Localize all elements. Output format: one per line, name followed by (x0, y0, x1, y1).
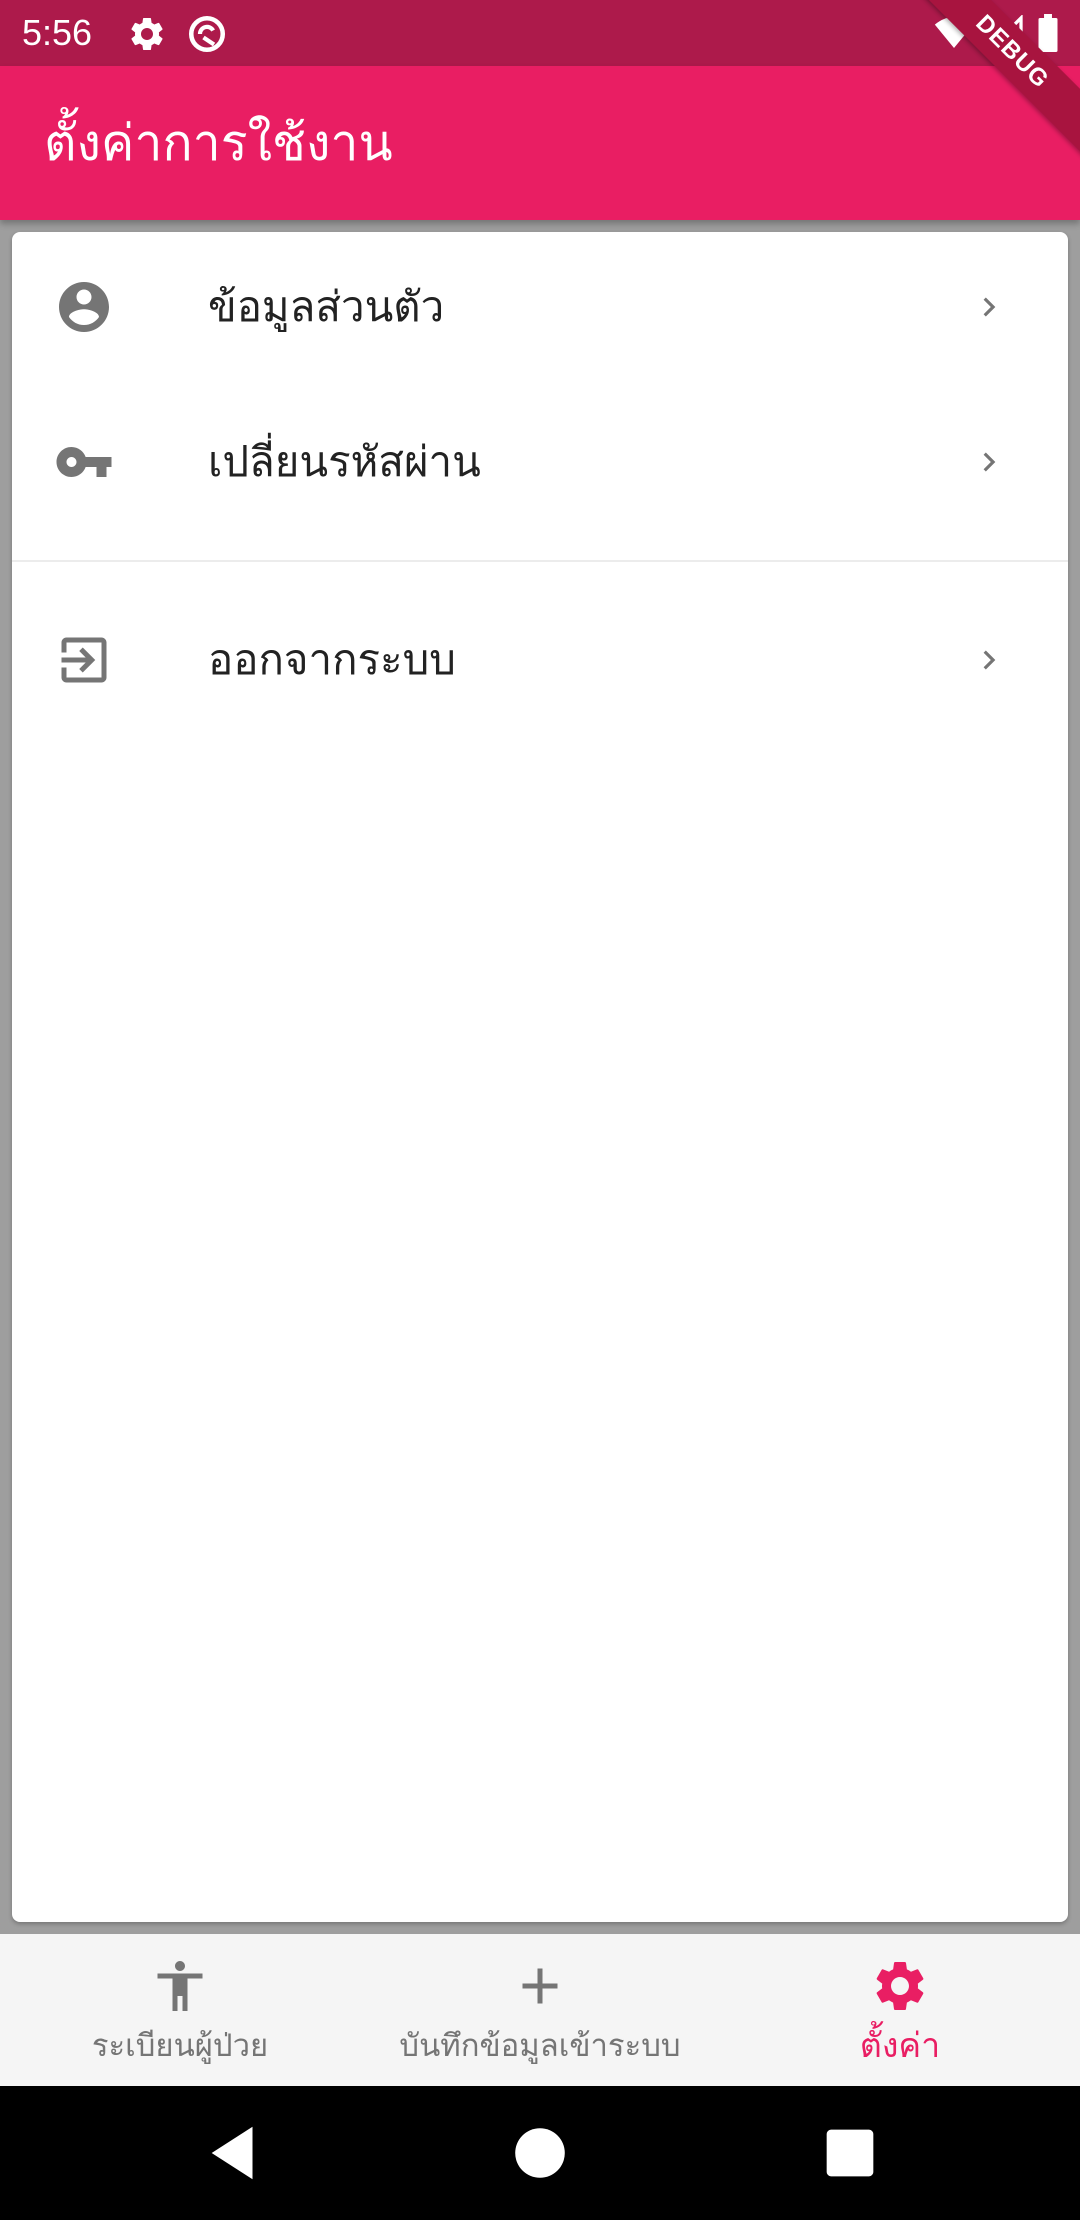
add-icon (522, 1968, 558, 2004)
nav-tab-label: ระเบียนผู้ป่วย (91, 2028, 269, 2064)
app-bar: ตั้งค่าการใช้งาน (0, 66, 1080, 220)
chevron-right-icon (983, 650, 996, 670)
account-circle-icon (59, 282, 109, 332)
status-time: 5:56 (22, 12, 93, 53)
page-title: ตั้งค่าการใช้งาน (44, 114, 393, 172)
chevron-right-icon (983, 297, 996, 317)
settings-item-label: ออกจากระบบ (208, 635, 456, 684)
sync-notification-icon (188, 15, 226, 53)
recent-apps-icon[interactable] (815, 2118, 885, 2188)
settings-item-label: ข้อมูลส่วนตัว (208, 282, 445, 331)
settings-gear-icon (876, 1961, 924, 2010)
nav-tab-label: ตั้งค่า (859, 2026, 941, 2066)
settings-item-profile[interactable]: ข้อมูลส่วนตัว (12, 232, 1068, 382)
nav-tab-record-entry[interactable]: บันทึกข้อมูลเข้าระบบ (360, 1934, 720, 2086)
back-icon[interactable] (200, 2118, 270, 2188)
chevron-right-icon (983, 452, 996, 472)
bottom-navigation: ระเบียนผู้ป่วย บันทึกข้อมูลเข้าระบบ ตั้ง… (0, 1934, 1080, 2086)
system-navigation-bar (0, 2086, 1080, 2220)
settings-card: ข้อมูลส่วนตัว เปลี่ยนรหัสผ่าน ออกจากระบบ (12, 232, 1068, 1922)
exit-icon (61, 637, 107, 683)
settings-item-logout[interactable]: ออกจากระบบ (12, 585, 1068, 735)
accessibility-icon (157, 1961, 203, 2011)
settings-item-change-password[interactable]: เปลี่ยนรหัสผ่าน (12, 387, 1068, 537)
settings-notification-icon (131, 17, 163, 50)
divider (12, 560, 1068, 562)
battery-icon (1038, 14, 1058, 52)
nav-tab-settings[interactable]: ตั้งค่า (720, 1934, 1080, 2086)
key-icon (56, 447, 112, 477)
home-icon[interactable] (505, 2118, 575, 2188)
nav-tab-patient-records[interactable]: ระเบียนผู้ป่วย (0, 1934, 360, 2086)
settings-item-label: เปลี่ยนรหัสผ่าน (208, 437, 481, 486)
status-bar: 5:56 (0, 0, 1080, 66)
nav-tab-label: บันทึกข้อมูลเข้าระบบ (399, 2028, 681, 2064)
